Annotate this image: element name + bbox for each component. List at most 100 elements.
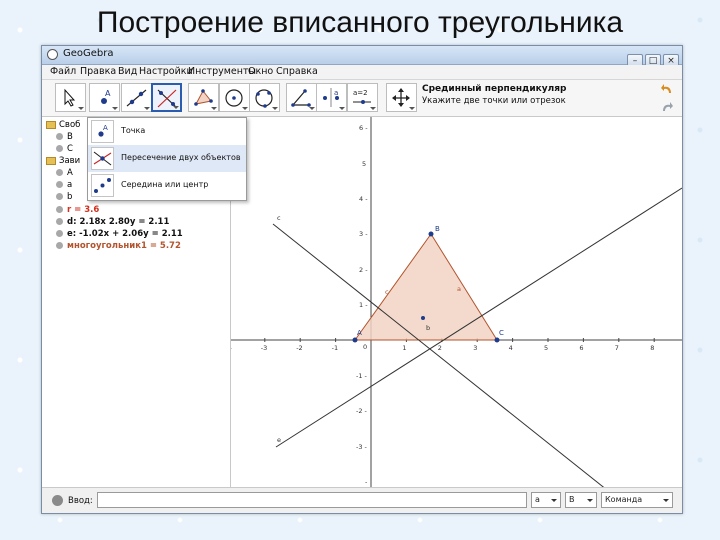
origin-label: 0: [363, 343, 367, 351]
svg-text:A: A: [103, 124, 108, 132]
y-tick-label: -3 -: [356, 443, 368, 451]
tool-circle[interactable]: [219, 83, 250, 112]
tool-point[interactable]: A: [89, 83, 120, 112]
list-item[interactable]: А: [56, 168, 73, 178]
point-c[interactable]: [494, 337, 500, 343]
tool-perpendicular-bisector[interactable]: [151, 83, 182, 112]
object-polygon[interactable]: многоугольник1 = 5.72: [56, 241, 181, 251]
y-tick-label: -1 -: [356, 372, 368, 380]
chevron-down-icon: [551, 499, 557, 502]
list-item[interactable]: b: [56, 192, 72, 202]
folder-icon: [46, 156, 56, 165]
side-label-b: b: [426, 324, 430, 332]
x-tick-label: 4: [509, 344, 513, 352]
geogebra-logo-icon: [47, 49, 58, 60]
menu-help[interactable]: Справка: [276, 66, 318, 77]
title-bar: GeoGebra – □ ×: [42, 46, 682, 67]
angle-icon: [291, 89, 311, 107]
input-field[interactable]: [97, 492, 527, 508]
command-select[interactable]: Команда: [601, 492, 673, 508]
visibility-dot-icon: [56, 242, 63, 249]
x-tick-label: 3: [473, 344, 477, 352]
dropdown-item-intersect[interactable]: Пересечение двух объектов: [88, 145, 246, 172]
y-tick-label: 6 -: [359, 124, 368, 132]
menu-window[interactable]: Окно: [248, 66, 273, 77]
object-select[interactable]: B: [565, 492, 597, 508]
svg-text:A: A: [105, 89, 111, 98]
svg-text:a: a: [334, 89, 338, 97]
window-title: GeoGebra: [63, 48, 114, 59]
dependent-objects-folder[interactable]: Зави: [46, 156, 80, 166]
tool-angle[interactable]: [286, 83, 317, 112]
point-a[interactable]: [352, 337, 358, 343]
point-center[interactable]: [421, 316, 425, 320]
symbol-select[interactable]: a: [531, 492, 561, 508]
tool-polygon[interactable]: [188, 83, 219, 112]
x-tick-label: -1: [332, 344, 338, 352]
graphics-view[interactable]: -4 -3 -2 -1 1 2 3 4 5 6 7 8 6 - 5 4 - 3 - 2 - 1 - -…: [225, 117, 682, 513]
visibility-dot-icon: [56, 169, 63, 176]
point-label-b: В: [435, 225, 440, 233]
menu-view[interactable]: Вид: [118, 66, 137, 77]
point-icon: A: [98, 124, 108, 137]
chevron-down-icon: [587, 499, 593, 502]
svg-text:a=2: a=2: [353, 89, 368, 97]
polygon-icon: [194, 89, 213, 106]
menu-edit[interactable]: Правка: [80, 66, 116, 77]
line-e[interactable]: [275, 187, 682, 448]
tool-move-graphics-view[interactable]: [386, 83, 417, 112]
graphics-canvas[interactable]: -4 -3 -2 -1 1 2 3 4 5 6 7 8 6 - 5 4 - 3 - 2 - 1 - -…: [225, 117, 682, 513]
menu-tools[interactable]: Инструменты: [188, 66, 256, 77]
dropdown-item-midpoint[interactable]: Середина или центр: [88, 172, 246, 199]
object-line-e[interactable]: e: -1.02x + 2.06y = 2.11: [56, 229, 183, 239]
x-tick-label: 8: [650, 344, 654, 352]
point-b[interactable]: [428, 231, 434, 237]
intersect-icon: [93, 151, 112, 166]
input-help-icon[interactable]: [52, 495, 63, 506]
undo-icon[interactable]: [660, 82, 674, 96]
toolbar: A a a=2: [42, 80, 682, 117]
arrow-cursor-icon: [64, 88, 76, 107]
visibility-dot-icon: [56, 133, 63, 140]
x-tick-label: 1: [402, 344, 406, 352]
list-item[interactable]: а: [56, 180, 72, 190]
tool-slider[interactable]: a=2: [347, 83, 378, 112]
x-tick-label: 6: [579, 344, 583, 352]
x-tick-label: 2: [438, 344, 442, 352]
list-item[interactable]: С: [56, 144, 73, 154]
input-bar: Ввод: a B Команда: [42, 487, 682, 513]
menu-file[interactable]: Файл: [50, 66, 76, 77]
object-line-d[interactable]: d: 2.18x 2.80y = 2.11: [56, 217, 169, 227]
menu-options[interactable]: Настройки: [139, 66, 193, 77]
list-item[interactable]: В: [56, 132, 73, 142]
tool-move[interactable]: [55, 83, 86, 112]
y-tick-label: 3 -: [359, 230, 368, 238]
free-objects-folder[interactable]: Своб: [46, 120, 80, 130]
input-label: Ввод:: [68, 496, 93, 506]
visibility-dot-icon: [56, 218, 63, 225]
chevron-down-icon: [663, 499, 669, 502]
x-tick-label: -4: [231, 344, 232, 352]
tool-circle-three-points[interactable]: [249, 83, 280, 112]
tool-line[interactable]: [121, 83, 152, 112]
circle-icon: [225, 89, 243, 107]
tool-help-title: Срединный перпендикуляр: [422, 84, 567, 94]
slider-icon: a=2: [353, 89, 371, 104]
y-tick-label: 1 -: [359, 301, 368, 309]
object-radius[interactable]: r = 3.6: [56, 205, 99, 215]
midpoint-icon: [94, 178, 111, 193]
visibility-dot-icon: [56, 206, 63, 213]
visibility-dot-icon: [56, 145, 63, 152]
point-label-a: А: [357, 329, 362, 337]
redo-icon[interactable]: [660, 100, 674, 114]
dropdown-item-point[interactable]: A Точка: [88, 118, 246, 145]
tool-help-text: Укажите две точки или отрезок: [422, 96, 566, 106]
tool-dropdown-menu: A Точка Пересечение двух объектов Середи…: [87, 117, 247, 201]
visibility-dot-icon: [56, 230, 63, 237]
y-tick-label: -2 -: [356, 407, 368, 415]
geogebra-window: GeoGebra – □ × Файл Правка Вид Настройки И…: [41, 45, 683, 514]
line-d[interactable]: [272, 223, 656, 513]
tool-reflect[interactable]: a: [316, 83, 347, 112]
line-label-e: е: [277, 436, 281, 444]
line-icon: [126, 89, 147, 107]
